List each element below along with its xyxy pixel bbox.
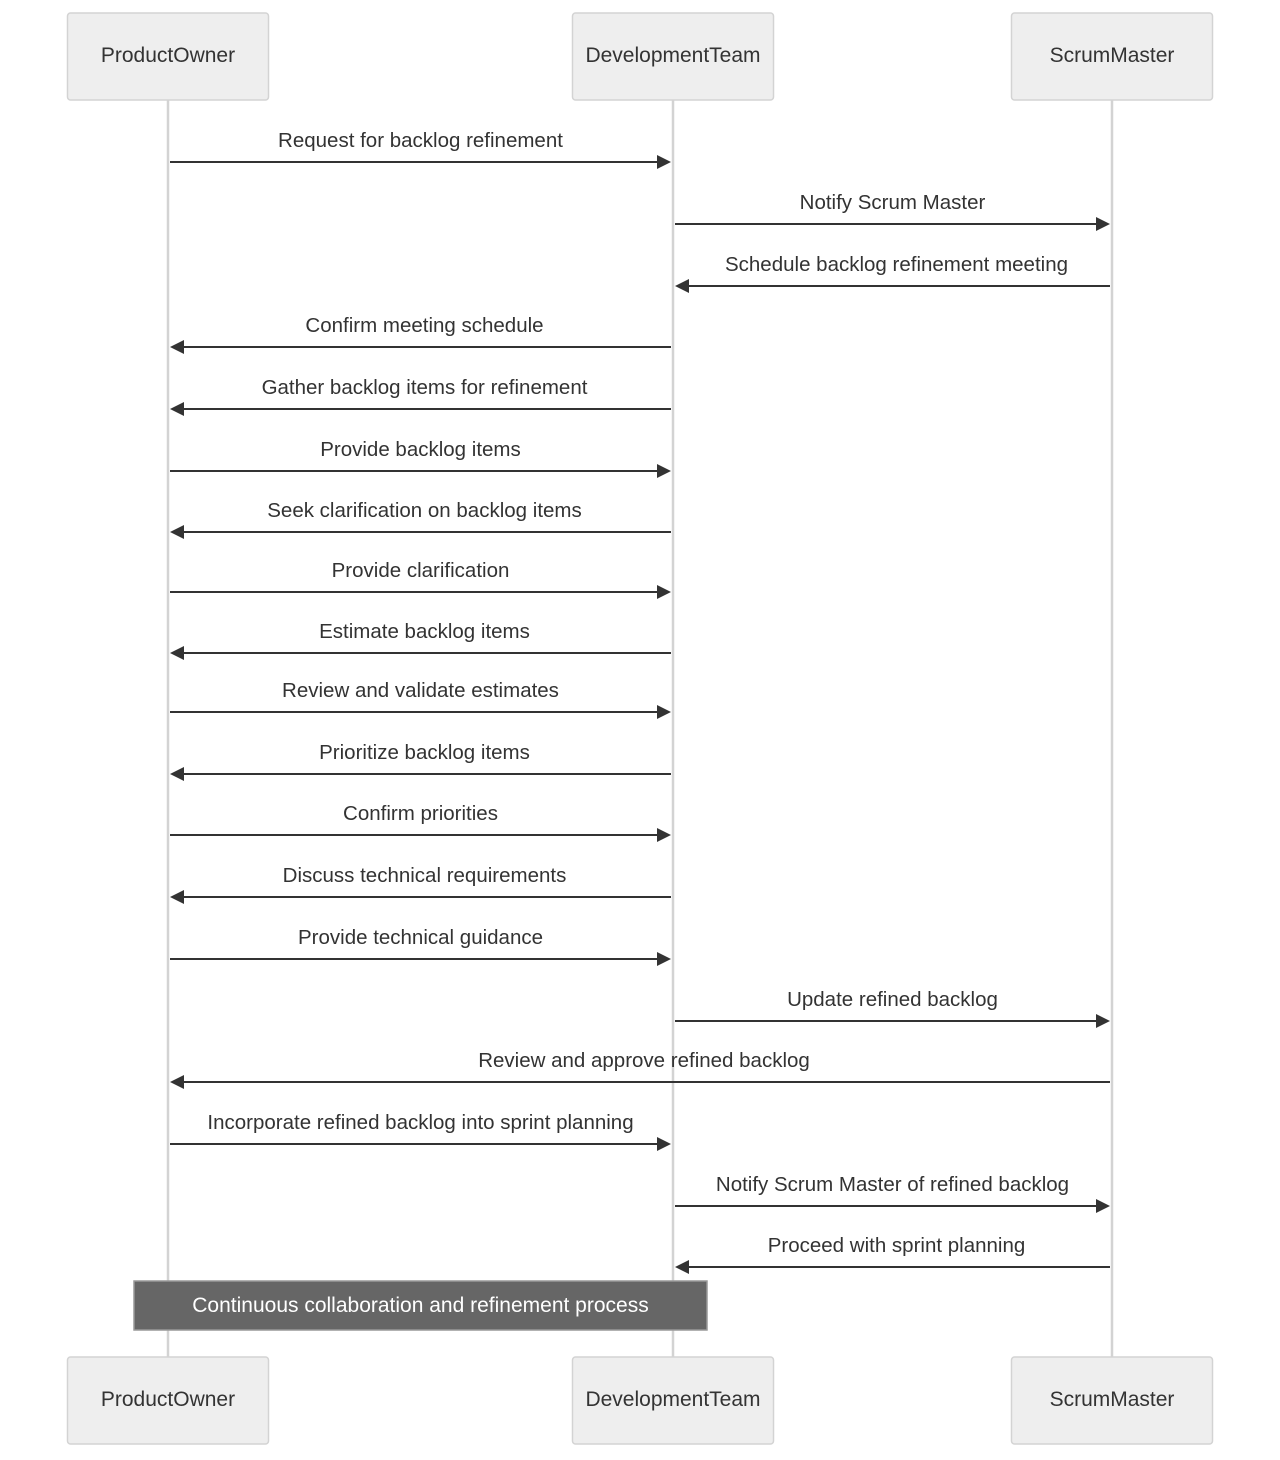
message: Review and validate estimates (170, 679, 671, 719)
message: Update refined backlog (675, 988, 1110, 1028)
participant-label: DevelopmentTeam (585, 1388, 760, 1411)
participant-bottom-developmentteam: DevelopmentTeam (571, 1356, 775, 1445)
message: Notify Scrum Master of refined backlog (675, 1173, 1110, 1213)
message-label: Seek clarification on backlog items (267, 499, 582, 522)
message: Schedule backlog refinement meeting (675, 253, 1110, 293)
participant-bottom-scrummaster: ScrumMaster (1010, 1356, 1214, 1445)
message-label: Prioritize backlog items (319, 741, 530, 764)
arrowhead-icon (675, 1260, 689, 1274)
message-label: Request for backlog refinement (278, 129, 563, 152)
note-label: Continuous collaboration and refinement … (192, 1294, 648, 1317)
message-label: Estimate backlog items (319, 620, 530, 643)
message: Provide clarification (170, 559, 671, 599)
message: Provide backlog items (170, 438, 671, 478)
participant-top-developmentteam: DevelopmentTeam (571, 12, 775, 101)
arrowhead-icon (657, 952, 671, 966)
message-label: Provide technical guidance (298, 926, 543, 949)
message-label: Provide backlog items (320, 438, 521, 461)
participant-label: ScrumMaster (1050, 44, 1175, 67)
message: Confirm priorities (170, 802, 671, 842)
message-label: Confirm priorities (343, 802, 498, 825)
message: Seek clarification on backlog items (170, 499, 671, 539)
message: Discuss technical requirements (170, 864, 671, 904)
message-label: Gather backlog items for refinement (262, 376, 588, 399)
note: Continuous collaboration and refinement … (133, 1280, 708, 1331)
participant-label: ProductOwner (101, 1388, 235, 1411)
arrowhead-icon (675, 279, 689, 293)
arrowhead-icon (1096, 217, 1110, 231)
message-label: Review and approve refined backlog (478, 1049, 810, 1072)
message: Notify Scrum Master (675, 191, 1110, 231)
arrowhead-icon (657, 155, 671, 169)
message: Incorporate refined backlog into sprint … (170, 1111, 671, 1151)
arrowhead-icon (657, 585, 671, 599)
message-label: Provide clarification (332, 559, 510, 582)
arrowhead-icon (170, 767, 184, 781)
arrowhead-icon (657, 1137, 671, 1151)
message-label: Discuss technical requirements (283, 864, 567, 887)
arrowhead-icon (170, 890, 184, 904)
message-label: Review and validate estimates (282, 679, 559, 702)
arrowhead-icon (657, 464, 671, 478)
message-label: Update refined backlog (787, 988, 998, 1011)
sequence-diagram: ProductOwner ProductOwner DevelopmentTeam D… (66, 12, 1214, 1445)
message-label: Incorporate refined backlog into sprint … (207, 1111, 633, 1134)
arrowhead-icon (170, 402, 184, 416)
participant-bottom-productowner: ProductOwner (66, 1356, 270, 1445)
message-label: Notify Scrum Master of refined backlog (716, 1173, 1069, 1196)
message: Prioritize backlog items (170, 741, 671, 781)
message: Estimate backlog items (170, 620, 671, 660)
message-label: Proceed with sprint planning (768, 1234, 1026, 1257)
participant-top-scrummaster: ScrumMaster (1010, 12, 1214, 101)
message: Confirm meeting schedule (170, 314, 671, 354)
arrowhead-icon (170, 340, 184, 354)
participant-top-productowner: ProductOwner (66, 12, 270, 101)
participant-label: ProductOwner (101, 44, 235, 67)
message-label: Schedule backlog refinement meeting (725, 253, 1068, 276)
arrowhead-icon (1096, 1199, 1110, 1213)
arrowhead-icon (170, 525, 184, 539)
participant-label: ScrumMaster (1050, 1388, 1175, 1411)
message: Proceed with sprint planning (675, 1234, 1110, 1274)
participant-label: DevelopmentTeam (585, 44, 760, 67)
arrowhead-icon (170, 1075, 184, 1089)
message: Gather backlog items for refinement (170, 376, 671, 416)
message-label: Confirm meeting schedule (305, 314, 543, 337)
arrowhead-icon (1096, 1014, 1110, 1028)
message: Review and approve refined backlog (170, 1049, 1110, 1089)
arrowhead-icon (657, 828, 671, 842)
message: Provide technical guidance (170, 926, 671, 966)
arrowhead-icon (170, 646, 184, 660)
arrowhead-icon (657, 705, 671, 719)
message-label: Notify Scrum Master (800, 191, 986, 214)
message: Request for backlog refinement (170, 129, 671, 169)
